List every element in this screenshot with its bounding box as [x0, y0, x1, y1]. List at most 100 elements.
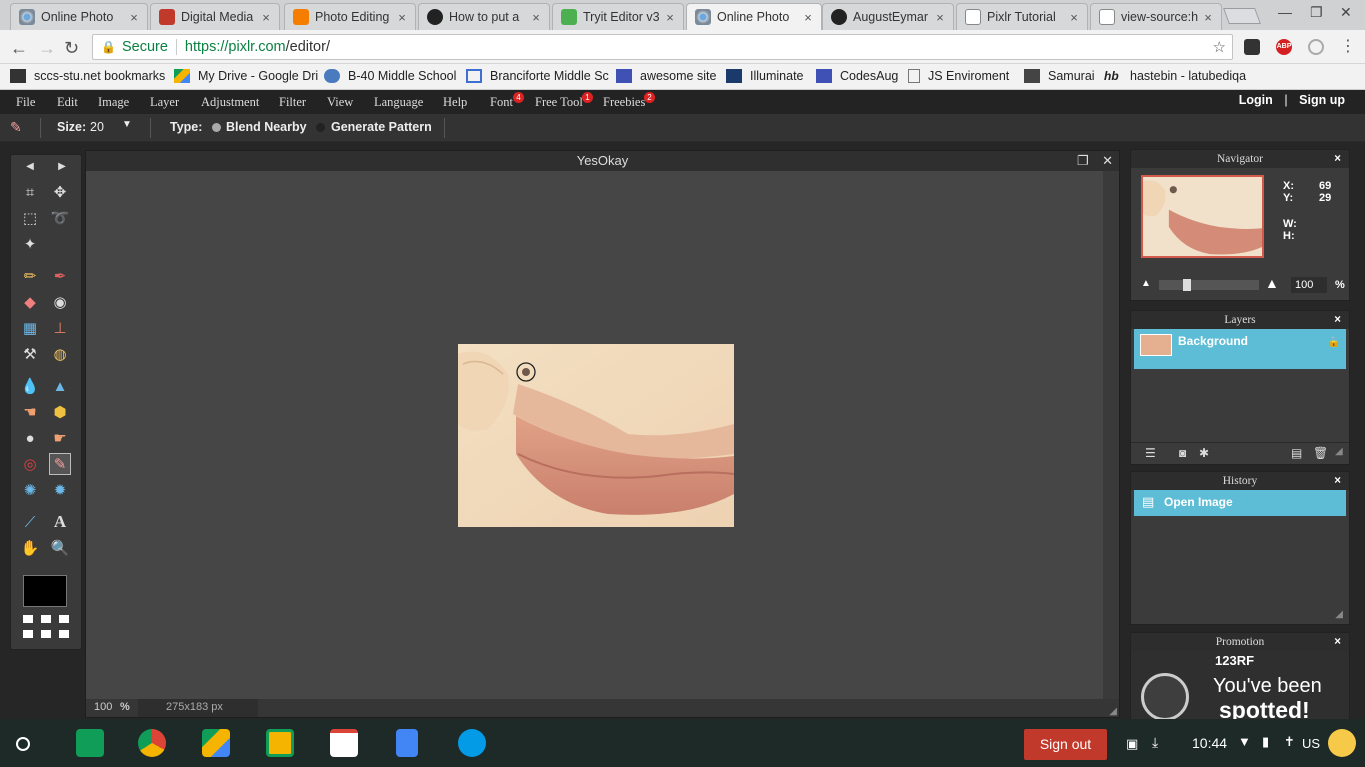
browser-tab[interactable]: Tryit Editor v3 ×: [552, 3, 684, 30]
toolbox-next-icon[interactable]: ▶: [51, 155, 73, 177]
zoom-slider[interactable]: [1159, 279, 1259, 291]
tab-close-icon[interactable]: ×: [395, 10, 409, 25]
navigator-zoom-input[interactable]: 100: [1291, 277, 1327, 293]
browser-tab[interactable]: How to put a ×: [418, 3, 550, 30]
menu-image[interactable]: Image: [98, 95, 129, 110]
bookmark-item[interactable]: JS Enviroment: [908, 69, 1009, 83]
clock-time[interactable]: 10:44: [1192, 735, 1227, 751]
menu-free-tool[interactable]: Free Tool: [535, 95, 583, 110]
extension-circle-icon[interactable]: [1308, 39, 1324, 55]
size-dropdown-icon[interactable]: ▼: [122, 119, 132, 130]
menu-view[interactable]: View: [327, 95, 353, 110]
zoom-in-icon[interactable]: ▲: [1265, 275, 1279, 291]
files-app-icon[interactable]: [458, 729, 486, 757]
reload-icon[interactable]: ↻: [64, 38, 79, 59]
gradient-tool-icon[interactable]: ▦: [19, 317, 41, 339]
pencil-tool-icon[interactable]: ✏: [19, 265, 41, 287]
adblock-icon[interactable]: ABP: [1276, 39, 1292, 55]
panel-close-icon[interactable]: ×: [1334, 472, 1341, 490]
zoom-value[interactable]: 100: [94, 701, 112, 713]
spot-heal-tool-icon[interactable]: ✎: [49, 453, 71, 475]
layer-mask-icon[interactable]: ◙: [1179, 446, 1186, 460]
bookmark-item[interactable]: CodesAug: [816, 69, 898, 83]
marquee-tool-icon[interactable]: ⬚: [19, 207, 41, 229]
delete-layer-icon[interactable]: 🗑: [1313, 446, 1328, 460]
docs-app-icon[interactable]: [396, 729, 418, 757]
incognito-extension-icon[interactable]: [1244, 39, 1260, 55]
lasso-tool-icon[interactable]: ➰: [49, 207, 71, 229]
brush-tool-icon[interactable]: ✒: [49, 265, 71, 287]
chrome-menu-icon[interactable]: ⋮: [1340, 36, 1356, 56]
menu-freebies[interactable]: Freebies: [603, 95, 645, 110]
tab-close-icon[interactable]: ×: [933, 10, 947, 25]
pinch-tool-icon[interactable]: ✹: [49, 479, 71, 501]
vertical-scrollbar[interactable]: [1103, 171, 1119, 699]
wifi-icon[interactable]: ▼: [1238, 734, 1251, 749]
browser-tab[interactable]: view-source:h ×: [1090, 3, 1222, 30]
bookmark-item[interactable]: B-40 Middle School: [324, 69, 456, 83]
red-eye-tool-icon[interactable]: ◎: [19, 453, 41, 475]
classroom-app-icon[interactable]: [266, 729, 294, 757]
dodge-tool-icon[interactable]: ☛: [49, 427, 71, 449]
smudge-tool-icon[interactable]: ☚: [19, 401, 41, 423]
bookmark-item[interactable]: Branciforte Middle Sc: [466, 69, 609, 83]
toolbox-prev-icon[interactable]: ◀: [19, 155, 41, 177]
zoom-tool-icon[interactable]: 🔍: [49, 537, 71, 559]
radio-unselected-icon[interactable]: [316, 123, 325, 132]
download-icon[interactable]: ⤓: [1152, 734, 1158, 751]
bookmark-item[interactable]: Illuminate: [726, 69, 804, 83]
browser-tab[interactable]: Online Photo ×: [10, 3, 148, 30]
bloat-tool-icon[interactable]: ✺: [19, 479, 41, 501]
size-value[interactable]: 20: [90, 120, 104, 134]
crop-tool-icon[interactable]: ⌗: [19, 181, 41, 203]
new-tab-button[interactable]: [1223, 8, 1261, 24]
browser-tab[interactable]: AugustEymar ×: [822, 3, 954, 30]
accessibility-icon[interactable]: ✝: [1284, 734, 1295, 750]
signup-link[interactable]: Sign up: [1299, 93, 1345, 107]
drive-app-icon[interactable]: [202, 729, 230, 757]
bookmark-item[interactable]: My Drive - Google Dri: [174, 69, 318, 83]
bookmark-item[interactable]: awesome site: [616, 69, 716, 83]
type-generate-pattern[interactable]: Generate Pattern: [331, 120, 432, 134]
menu-file[interactable]: File: [16, 95, 35, 110]
launcher-icon[interactable]: [16, 737, 30, 751]
new-layer-icon[interactable]: ▤: [1291, 446, 1302, 460]
grid-options[interactable]: [23, 615, 69, 641]
bookmark-item[interactable]: hb hastebin - latubediqa: [1104, 69, 1246, 83]
panel-resize-icon[interactable]: ◢: [1335, 609, 1343, 620]
maximize-icon[interactable]: ❐: [1310, 4, 1323, 21]
tab-close-icon[interactable]: ×: [127, 10, 141, 25]
bucket-tool-icon[interactable]: ◉: [49, 291, 71, 313]
browser-tab-active[interactable]: Online Photo ×: [686, 3, 822, 30]
bookmark-item[interactable]: Samurai: [1024, 69, 1095, 83]
layer-settings-icon[interactable]: ☰: [1145, 446, 1156, 460]
menu-adjustment[interactable]: Adjustment: [201, 95, 259, 110]
move-tool-icon[interactable]: ✥: [49, 181, 71, 203]
color-swatch[interactable]: [23, 575, 67, 607]
history-row[interactable]: ▤ Open Image: [1134, 490, 1346, 516]
hand-tool-icon[interactable]: ✋: [19, 537, 41, 559]
sign-out-button[interactable]: Sign out: [1024, 729, 1107, 760]
menu-filter[interactable]: Filter: [279, 95, 306, 110]
minimize-icon[interactable]: —: [1278, 4, 1292, 20]
menu-layer[interactable]: Layer: [150, 95, 179, 110]
type-blend-nearby[interactable]: Blend Nearby: [226, 120, 307, 134]
battery-icon[interactable]: ▮: [1262, 734, 1269, 750]
avatar[interactable]: [1328, 729, 1356, 757]
menu-help[interactable]: Help: [443, 95, 467, 110]
tab-close-icon[interactable]: ×: [259, 10, 273, 25]
layer-style-icon[interactable]: ✱: [1199, 446, 1209, 460]
tab-close-icon[interactable]: ×: [529, 10, 543, 25]
clone-stamp-tool-icon[interactable]: ⊥: [49, 317, 71, 339]
back-icon[interactable]: ←: [10, 38, 28, 59]
navigator-thumbnail[interactable]: [1141, 175, 1264, 258]
canvas-image[interactable]: [458, 344, 734, 527]
chrome-app-icon[interactable]: [138, 729, 166, 757]
blur-tool-icon[interactable]: 💧: [19, 375, 41, 397]
window-close-icon[interactable]: ✕: [1340, 4, 1352, 21]
type-tool-icon[interactable]: A: [49, 511, 71, 533]
tab-close-icon[interactable]: ×: [663, 10, 677, 25]
tab-close-icon[interactable]: ×: [801, 10, 815, 25]
zoom-slider-handle[interactable]: [1183, 279, 1191, 291]
screenshot-icon[interactable]: ▣: [1126, 736, 1138, 752]
